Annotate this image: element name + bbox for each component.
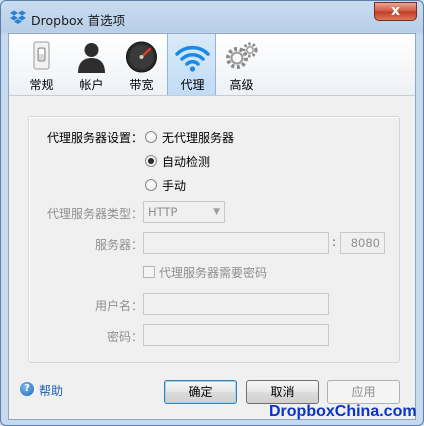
password-input[interactable] <box>143 324 329 346</box>
tab-advanced-label: 高级 <box>229 78 254 92</box>
help-icon: ? <box>20 382 34 396</box>
light-switch-icon <box>33 41 50 70</box>
radio-auto-detect[interactable] <box>145 155 157 167</box>
dropbox-icon <box>10 10 26 24</box>
tab-account[interactable]: 帐户 <box>67 34 116 95</box>
ok-button[interactable]: 确定 <box>164 380 237 404</box>
wifi-icon <box>175 45 210 72</box>
port-separator: : <box>332 235 337 249</box>
close-icon: x <box>390 3 401 19</box>
tab-proxy-label: 代理 <box>180 78 205 92</box>
tab-bandwidth[interactable]: 带宽 <box>117 34 166 95</box>
password-label: 密码： <box>106 330 143 344</box>
radio-auto-detect-label: 自动检测 <box>162 155 211 169</box>
user-silhouette-icon <box>78 43 105 73</box>
proxy-type-select[interactable]: HTTP ▼ <box>143 201 225 223</box>
close-button[interactable]: x <box>374 2 417 21</box>
speedometer-icon <box>126 41 157 73</box>
port-input[interactable]: 8080 <box>340 232 385 254</box>
preferences-window: Dropbox 首选项 x 常规 帐户 带宽 代理 高级 代理服务器设置： 无代… <box>0 0 424 426</box>
proxy-type-value: HTTP <box>148 205 178 219</box>
apply-button[interactable]: 应用 <box>327 380 400 404</box>
tab-general[interactable]: 常规 <box>17 34 66 95</box>
username-input[interactable] <box>143 293 329 315</box>
preferences-tabs: 常规 帐户 带宽 代理 高级 <box>9 34 415 96</box>
tab-proxy[interactable]: 代理 <box>167 34 216 95</box>
proxy-settings-panel: 代理服务器设置： 无代理服务器 自动检测 手动 代理服务器类型： HTTP ▼ … <box>28 116 400 363</box>
radio-manual-label: 手动 <box>162 179 187 193</box>
chevron-down-icon: ▼ <box>213 207 220 217</box>
radio-no-proxy-label: 无代理服务器 <box>162 131 235 145</box>
tab-advanced[interactable]: 高级 <box>217 34 266 95</box>
tab-account-label: 帐户 <box>79 78 104 92</box>
client-area: 常规 帐户 带宽 代理 高级 代理服务器设置： 无代理服务器 自动检测 手动 代… <box>8 33 416 420</box>
help-label: 帮助 <box>39 384 64 398</box>
window-title: Dropbox 首选项 <box>31 13 126 28</box>
radio-manual[interactable] <box>145 179 157 191</box>
username-label: 用户名： <box>94 299 143 313</box>
cancel-button[interactable]: 取消 <box>246 380 319 404</box>
auth-required-label: 代理服务器需要密码 <box>159 266 268 280</box>
title-bar[interactable]: Dropbox 首选项 x <box>1 1 423 33</box>
server-input[interactable] <box>143 232 329 254</box>
auth-required-checkbox[interactable] <box>143 266 155 278</box>
server-label: 服务器： <box>94 238 143 252</box>
tab-general-label: 常规 <box>29 78 54 92</box>
proxy-settings-label: 代理服务器设置： <box>46 131 143 145</box>
watermark-text: DropboxChina.com <box>269 403 417 420</box>
proxy-type-label: 代理服务器类型： <box>46 207 143 221</box>
gears-icon <box>226 42 258 69</box>
radio-no-proxy[interactable] <box>145 131 157 143</box>
tab-bandwidth-label: 带宽 <box>129 78 154 92</box>
